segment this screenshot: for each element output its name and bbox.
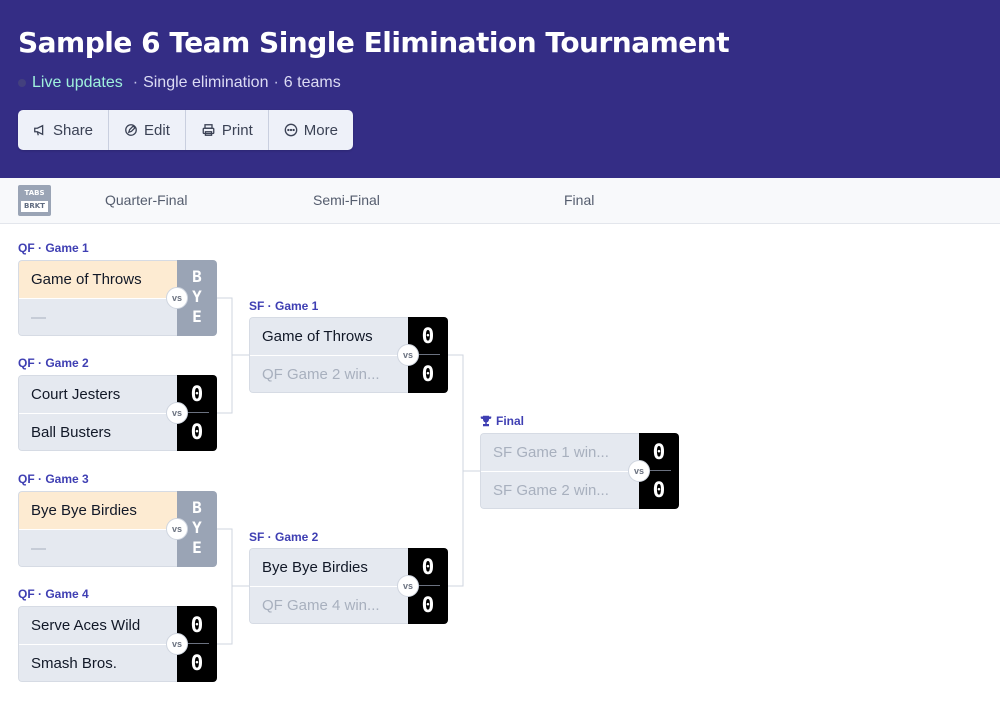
match-slots: Bye Bye Birdies QF Game 4 win... <box>249 548 409 624</box>
match-sf1[interactable]: Game of Throws QF Game 2 win... 0 0 vs <box>249 317 448 393</box>
match-slots: SF Game 1 win... SF Game 2 win... <box>480 433 640 509</box>
vs-badge: vs <box>166 633 188 655</box>
bye-letter: B <box>192 267 202 286</box>
placeholder-slot: SF Game 2 win... <box>481 472 640 508</box>
trophy-icon <box>480 415 492 427</box>
team-slot[interactable]: Serve Aces Wild <box>19 607 178 644</box>
game-label-qf2: QF · Game 2 <box>18 356 89 370</box>
team-slot[interactable]: Smash Bros. <box>19 645 178 681</box>
match-qf3[interactable]: Bye Bye Birdies — B Y E vs <box>18 491 217 567</box>
match-slots: Game of Throws — <box>18 260 178 336</box>
match-sf2[interactable]: Bye Bye Birdies QF Game 4 win... 0 0 vs <box>249 548 448 624</box>
game-label-sf1: SF · Game 1 <box>249 299 319 313</box>
team-slot[interactable]: Game of Throws <box>19 261 178 298</box>
vs-badge: vs <box>166 287 188 309</box>
team-slot[interactable]: Court Jesters <box>19 376 178 413</box>
vs-badge: vs <box>397 344 419 366</box>
match-slots: Court Jesters Ball Busters <box>18 375 178 451</box>
match-final[interactable]: SF Game 1 win... SF Game 2 win... 0 0 vs <box>480 433 679 509</box>
bye-letter: B <box>192 498 202 517</box>
bye-letter: E <box>192 307 202 326</box>
final-label-text: Final <box>496 414 525 428</box>
match-qf4[interactable]: Serve Aces Wild Smash Bros. 0 0 vs <box>18 606 217 682</box>
vs-badge: vs <box>166 402 188 424</box>
game-label-qf3: QF · Game 3 <box>18 472 89 486</box>
empty-slot: — <box>19 299 178 335</box>
team-slot[interactable]: Ball Busters <box>19 414 178 450</box>
match-qf2[interactable]: Court Jesters Ball Busters 0 0 vs <box>18 375 217 451</box>
match-slots: Bye Bye Birdies — <box>18 491 178 567</box>
game-label-sf2: SF · Game 2 <box>249 530 319 544</box>
placeholder-slot: QF Game 4 win... <box>250 587 409 623</box>
game-label-qf4: QF · Game 4 <box>18 587 89 601</box>
match-slots: Serve Aces Wild Smash Bros. <box>18 606 178 682</box>
vs-badge: vs <box>397 575 419 597</box>
game-label-final: Final <box>480 414 524 428</box>
team-slot[interactable]: Game of Throws <box>250 318 409 355</box>
vs-badge: vs <box>628 460 650 482</box>
bye-letter: E <box>192 538 202 557</box>
empty-slot: — <box>19 530 178 566</box>
match-slots: Game of Throws QF Game 2 win... <box>249 317 409 393</box>
team-slot[interactable]: Bye Bye Birdies <box>19 492 178 529</box>
game-label-qf1: QF · Game 1 <box>18 241 89 255</box>
placeholder-slot: QF Game 2 win... <box>250 356 409 392</box>
placeholder-slot: SF Game 1 win... <box>481 434 640 471</box>
team-slot[interactable]: Bye Bye Birdies <box>250 549 409 586</box>
vs-badge: vs <box>166 518 188 540</box>
match-qf1[interactable]: Game of Throws — B Y E vs <box>18 260 217 336</box>
bracket-connectors <box>217 297 480 645</box>
